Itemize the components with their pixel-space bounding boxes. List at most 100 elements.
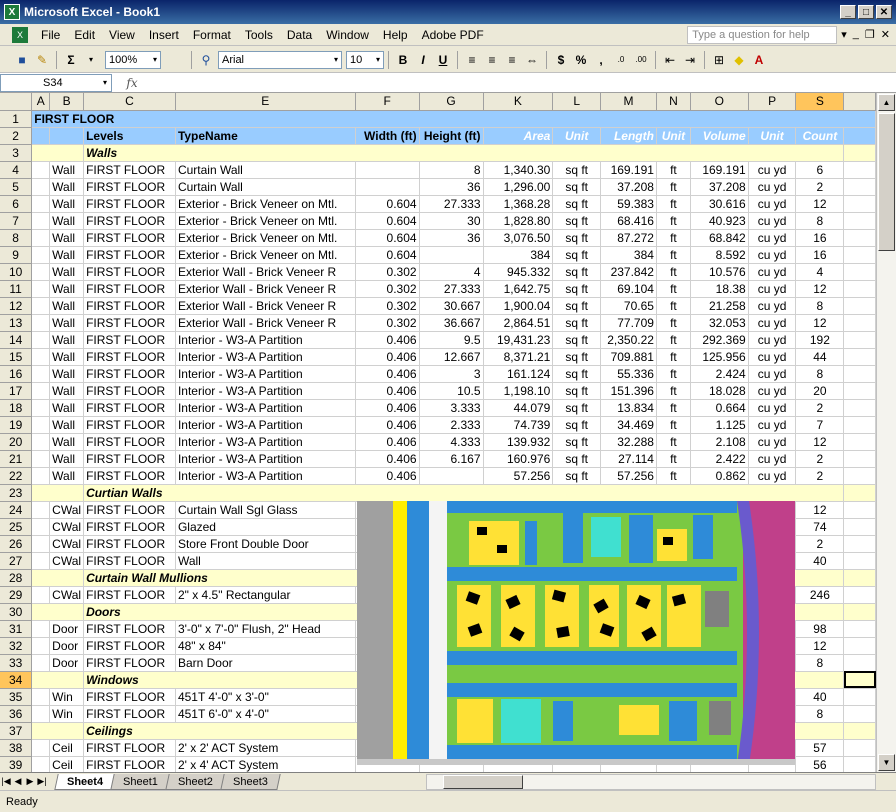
count-cell[interactable]: 12 [795, 280, 845, 298]
cell[interactable]: Win [49, 688, 85, 706]
count-cell[interactable]: 8 [795, 212, 845, 230]
cell[interactable]: 1,296.00 [483, 178, 554, 196]
bold-icon[interactable]: B [393, 50, 413, 70]
cell[interactable]: 27.114 [600, 450, 657, 468]
row-header[interactable]: 21 [0, 450, 33, 468]
cell[interactable]: 0.406 [355, 416, 420, 434]
cell[interactable]: sq ft [552, 246, 602, 264]
sheet-title-cell[interactable]: FIRST FLOOR [31, 110, 876, 128]
cell[interactable]: sq ft [552, 195, 602, 213]
cell[interactable]: Ceil [49, 756, 85, 772]
cell[interactable]: ft [656, 263, 691, 281]
cell[interactable]: ft [656, 450, 691, 468]
cell[interactable]: ft [656, 229, 691, 247]
cell[interactable]: Wall [49, 467, 85, 485]
cell[interactable]: cu yd [748, 195, 797, 213]
cell[interactable]: 40.923 [690, 212, 749, 230]
cell[interactable] [843, 654, 876, 672]
cell[interactable]: 292.369 [690, 331, 749, 349]
row-header[interactable]: 7 [0, 212, 33, 230]
column-header-a[interactable]: A [31, 93, 51, 111]
fx-icon[interactable]: fx [112, 76, 152, 90]
cell[interactable]: sq ft [552, 331, 602, 349]
cell[interactable] [31, 195, 51, 213]
count-cell[interactable]: 12 [795, 314, 845, 332]
cell[interactable]: CWal [49, 501, 85, 519]
cell[interactable]: 32.288 [600, 433, 657, 451]
cell[interactable] [355, 178, 420, 196]
cell[interactable] [843, 382, 876, 400]
cell[interactable]: cu yd [748, 416, 797, 434]
cell[interactable] [843, 178, 876, 196]
cell[interactable]: 451T 6'-0" x 4'-0" [175, 705, 356, 723]
next-sheet-icon[interactable]: ▶ [24, 776, 36, 787]
cell[interactable] [31, 671, 85, 689]
row-header[interactable]: 20 [0, 433, 33, 451]
cell[interactable]: sq ft [552, 450, 602, 468]
scroll-down-icon[interactable]: ▼ [878, 754, 895, 771]
count-cell[interactable]: 2 [795, 450, 845, 468]
cell[interactable]: Wall [49, 297, 85, 315]
cell[interactable] [843, 161, 876, 179]
cell[interactable]: Interior - W3-A Partition [175, 399, 356, 417]
cell[interactable]: 945.332 [483, 263, 554, 281]
cell[interactable]: sq ft [552, 433, 602, 451]
row-header[interactable]: 8 [0, 229, 33, 247]
cell[interactable]: Exterior - Brick Veneer on Mtl. [175, 195, 356, 213]
count-cell[interactable]: 246 [795, 586, 845, 604]
count-cell[interactable]: 4 [795, 263, 845, 281]
count-cell[interactable]: 12 [795, 637, 845, 655]
cell[interactable]: 27.333 [419, 195, 484, 213]
row-header[interactable]: 24 [0, 501, 33, 519]
cell[interactable] [31, 467, 51, 485]
tab-sheet1[interactable]: Sheet1 [110, 773, 171, 790]
row-header[interactable]: 23 [0, 484, 33, 502]
cell[interactable]: 3'-0" x 7'-0" Flush, 2" Head [175, 620, 356, 638]
cell[interactable]: Interior - W3-A Partition [175, 382, 356, 400]
count-cell[interactable]: 6 [795, 161, 845, 179]
cell[interactable]: ft [656, 314, 691, 332]
cell[interactable]: cu yd [748, 212, 797, 230]
doc-minimize-icon[interactable]: _ [853, 28, 859, 41]
cell[interactable]: Exterior - Brick Veneer on Mtl. [175, 229, 356, 247]
cell[interactable] [843, 739, 876, 757]
count-cell[interactable]: 2 [795, 399, 845, 417]
count-cell[interactable]: 8 [795, 705, 845, 723]
cell[interactable]: ft [656, 365, 691, 383]
cell[interactable]: CWal [49, 586, 85, 604]
count-cell[interactable]: 57 [795, 739, 845, 757]
cell[interactable]: 1,900.04 [483, 297, 554, 315]
cell[interactable]: sq ft [552, 161, 602, 179]
cell[interactable] [31, 365, 51, 383]
count-cell[interactable]: 8 [795, 654, 845, 672]
scroll-up-icon[interactable]: ▲ [878, 94, 895, 111]
format-painter-icon[interactable]: ✎ [32, 50, 52, 70]
cell[interactable]: 160.976 [483, 450, 554, 468]
decrease-indent-icon[interactable]: ⇤ [660, 50, 680, 70]
cell[interactable]: Wall [175, 552, 356, 570]
cell[interactable] [31, 331, 51, 349]
cell[interactable]: Wall [49, 365, 85, 383]
column-header-n[interactable]: N [656, 93, 691, 111]
row-header[interactable]: 36 [0, 705, 33, 723]
row-header[interactable]: 9 [0, 246, 33, 264]
cell[interactable] [843, 484, 876, 502]
cell[interactable]: Interior - W3-A Partition [175, 450, 356, 468]
cell[interactable] [843, 348, 876, 366]
cell[interactable]: 2' x 2' ACT System [175, 739, 356, 757]
cell[interactable] [31, 314, 51, 332]
cell[interactable]: 30.616 [690, 195, 749, 213]
cell[interactable]: 68.416 [600, 212, 657, 230]
cell[interactable]: 2.422 [690, 450, 749, 468]
cell[interactable] [31, 144, 85, 162]
row-header[interactable]: 22 [0, 467, 33, 485]
cell[interactable]: FIRST FLOOR [83, 586, 176, 604]
row-header[interactable]: 32 [0, 637, 33, 655]
maximize-icon[interactable]: □ [858, 5, 874, 19]
cell[interactable]: 1,198.10 [483, 382, 554, 400]
cell[interactable] [843, 620, 876, 638]
cell[interactable]: sq ft [552, 416, 602, 434]
cell[interactable]: 161.124 [483, 365, 554, 383]
cell[interactable]: cu yd [748, 331, 797, 349]
cell[interactable] [843, 688, 876, 706]
